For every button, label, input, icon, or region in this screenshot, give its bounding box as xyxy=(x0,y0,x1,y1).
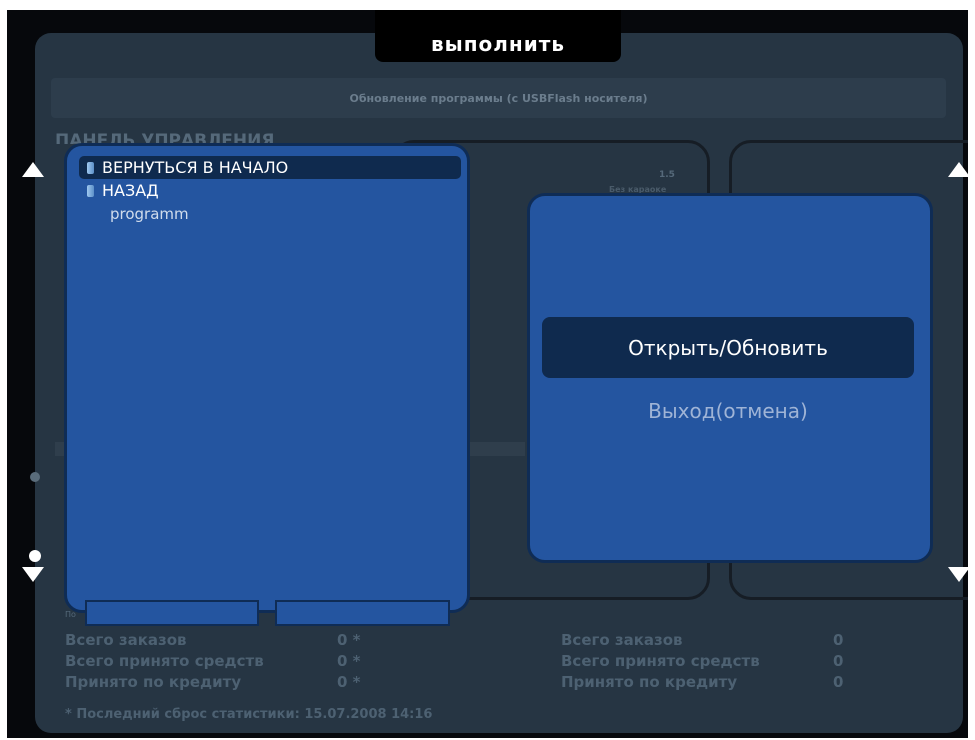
title-text: Обновление программы (с USBFlash носител… xyxy=(349,91,648,105)
stats-row: Принято по кредиту 0 * xyxy=(65,672,465,693)
scroll-down-right-arrow-icon[interactable] xyxy=(948,567,968,582)
file-browser-panel: ВЕРНУТЬСЯ В НАЧАЛО НАЗАД programm xyxy=(64,143,470,613)
stats-label: Всего заказов xyxy=(65,631,187,649)
execute-tab-label: выполнить xyxy=(430,32,566,56)
list-item-programm[interactable]: programm xyxy=(79,202,461,225)
stats-value: 0 xyxy=(833,673,844,691)
stats-reset-note: * Последний сброс статистики: 15.07.2008… xyxy=(65,707,433,722)
list-item-label: ВЕРНУТЬСЯ В НАЧАЛО xyxy=(102,158,289,177)
list-item-back[interactable]: НАЗАД xyxy=(79,179,461,202)
scroll-indicator-dot xyxy=(29,550,41,562)
scroll-up-left-arrow-icon[interactable] xyxy=(22,162,44,177)
list-item-label: НАЗАД xyxy=(102,181,159,200)
list-item-label: programm xyxy=(110,204,189,223)
stats-left: Всего заказов 0 * Всего принято средств … xyxy=(65,630,465,693)
stats-row: Принято по кредиту 0 xyxy=(561,672,941,693)
stats-row: Всего принято средств 0 * xyxy=(65,651,465,672)
stats-label: Всего принято средств xyxy=(65,652,264,670)
stats-label: Принято по кредиту xyxy=(65,673,242,691)
stats-value: 0 * xyxy=(337,673,361,691)
file-browser-left-button[interactable] xyxy=(85,600,259,626)
exit-cancel-button[interactable]: Выход(отмена) xyxy=(542,396,914,426)
stats-label: Принято по кредиту xyxy=(561,673,738,691)
stats-value: 0 * xyxy=(337,631,361,649)
background-footer-text: По xyxy=(65,610,76,619)
kiosk-screen: Обновление программы (с USBFlash носител… xyxy=(7,10,968,738)
open-update-button[interactable]: Открыть/Обновить xyxy=(542,317,914,378)
page-title: Обновление программы (с USBFlash носител… xyxy=(51,78,946,118)
stats-value: 0 xyxy=(833,652,844,670)
folder-icon xyxy=(87,161,94,174)
stats-row: Всего заказов 0 * xyxy=(65,630,465,651)
stats-value: 0 xyxy=(833,631,844,649)
open-update-label: Открыть/Обновить xyxy=(628,335,828,360)
stats-row: Всего заказов 0 xyxy=(561,630,941,651)
stats-value: 0 * xyxy=(337,652,361,670)
stats-row: Всего принято средств 0 xyxy=(561,651,941,672)
stats-label: Всего заказов xyxy=(561,631,683,649)
panel-heading: ПАНЕЛЬ УПРАВЛЕНИЯ xyxy=(55,131,275,144)
file-browser-right-button[interactable] xyxy=(275,600,450,626)
scroll-down-left-arrow-icon[interactable] xyxy=(22,567,44,582)
background-dot xyxy=(30,472,40,482)
list-item-go-home[interactable]: ВЕРНУТЬСЯ В НАЧАЛО xyxy=(79,156,461,179)
exit-cancel-label: Выход(отмена) xyxy=(648,399,808,423)
action-dialog: Открыть/Обновить Выход(отмена) xyxy=(527,193,933,563)
stats-label: Всего принято средств xyxy=(561,652,760,670)
stats-right: Всего заказов 0 Всего принято средств 0 … xyxy=(561,630,941,693)
file-list: ВЕРНУТЬСЯ В НАЧАЛО НАЗАД programm xyxy=(79,156,461,225)
folder-icon xyxy=(87,184,94,197)
scroll-up-right-arrow-icon[interactable] xyxy=(948,162,968,177)
background-value: 1.5 xyxy=(659,170,675,180)
execute-tab[interactable]: выполнить xyxy=(375,10,621,62)
